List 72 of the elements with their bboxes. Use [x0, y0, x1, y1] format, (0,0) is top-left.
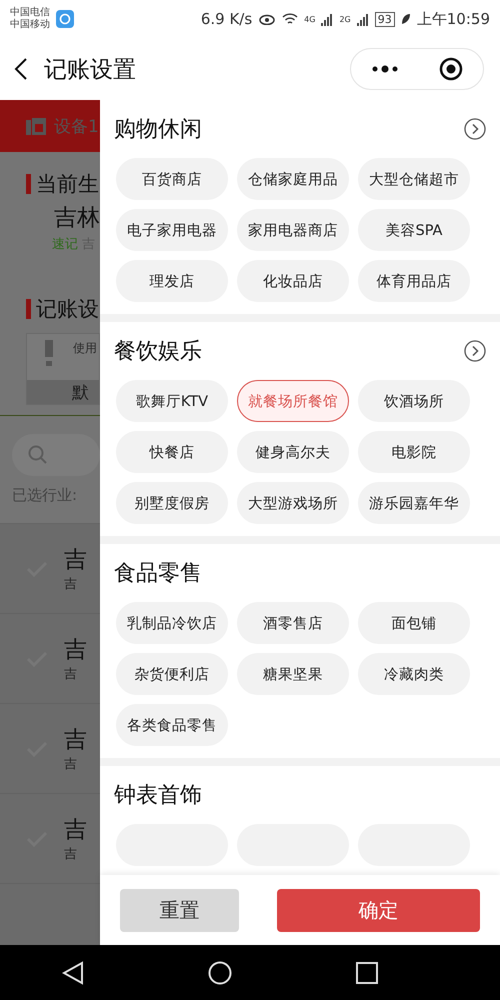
industry-chip[interactable]: 美容SPA	[358, 209, 470, 251]
category-title: 钟表首饰	[114, 782, 202, 810]
device-name: 设备1	[54, 116, 99, 138]
close-target-icon[interactable]	[438, 57, 462, 81]
item-subtitle: 吉	[64, 666, 78, 683]
item-title: 吉	[64, 726, 87, 755]
network-speed: 6.9 K/s	[200, 10, 252, 28]
industry-chip[interactable]: 别墅度假房	[116, 482, 228, 524]
industry-chip[interactable]: 健身高尔夫	[237, 431, 349, 473]
battery-level: 93	[374, 12, 395, 26]
item-subtitle: 吉	[64, 846, 78, 863]
section-marker	[26, 299, 31, 319]
item-title: 吉	[64, 546, 87, 575]
quick-tag: 速记	[52, 235, 78, 253]
industry-chip[interactable]: 大型游戏场所	[237, 482, 349, 524]
carrier-name: 中国移动	[10, 19, 50, 31]
category-title: 餐饮娱乐	[114, 338, 202, 366]
industry-chip[interactable]: 就餐场所餐馆	[237, 380, 349, 422]
industry-chip[interactable]: 化妆品店	[237, 260, 349, 302]
item-title: 吉	[64, 636, 87, 665]
industry-chip[interactable]: 各类食品零售	[116, 704, 228, 746]
signal-icon	[356, 12, 369, 26]
more-icon[interactable]	[372, 65, 398, 73]
industry-chip[interactable]: 理发店	[116, 260, 228, 302]
notice-text: 使用	[73, 340, 97, 357]
clock: 上午10:59	[416, 10, 490, 28]
network-type: 2G	[339, 14, 351, 24]
category-title: 食品零售	[114, 560, 202, 588]
wifi-icon	[282, 12, 298, 26]
exclamation-icon	[45, 340, 53, 366]
network-type: 4G	[304, 14, 316, 24]
industry-chip[interactable]: 电子家用电器	[116, 209, 228, 251]
eye-icon	[258, 13, 276, 25]
industry-chip[interactable]: 杂货便利店	[116, 653, 228, 695]
carrier-name: 中国电信	[10, 7, 50, 18]
industry-chip[interactable]: 饮酒场所	[358, 380, 470, 422]
industry-chip[interactable]: 面包铺	[358, 602, 470, 644]
item-subtitle: 吉	[64, 576, 78, 593]
industry-chip[interactable]: 酒零售店	[237, 602, 349, 644]
recents-icon[interactable]	[356, 962, 378, 984]
item-subtitle: 吉	[64, 756, 78, 773]
page-title: 记账设置	[44, 56, 137, 84]
industry-chip[interactable]: 百货商店	[116, 158, 228, 200]
industry-chip[interactable]: 家用电器商店	[237, 209, 349, 251]
industry-chip[interactable]: 仓储家庭用品	[237, 158, 349, 200]
section-marker	[26, 174, 31, 194]
leaf-icon	[400, 13, 411, 25]
industry-chip[interactable]: 大型仓储超市	[358, 158, 470, 200]
industry-chip[interactable]: 歌舞厅KTV	[116, 380, 228, 422]
confirm-button[interactable]: 确定	[277, 888, 480, 932]
section-title: 当前生	[36, 171, 99, 198]
category-title: 购物休闲	[114, 116, 202, 144]
industry-chip[interactable]: 体育用品店	[358, 260, 470, 302]
reset-button[interactable]: 重置	[120, 888, 239, 932]
search-icon	[28, 445, 48, 465]
industry-chip[interactable]: 电影院	[358, 431, 470, 473]
search-field[interactable]	[12, 434, 100, 476]
industry-chip[interactable]: 糖果坚果	[237, 653, 349, 695]
merchant-name: 吉林	[53, 204, 100, 233]
chevron-right-icon[interactable]	[464, 118, 486, 140]
back-icon[interactable]	[14, 57, 28, 81]
item-title: 吉	[64, 816, 87, 845]
fax-icon	[26, 116, 46, 136]
section-title: 记账设	[36, 296, 99, 323]
chevron-right-icon[interactable]	[464, 340, 486, 362]
industry-chip[interactable]: 快餐店	[116, 431, 228, 473]
industry-chip[interactable]: 游乐园嘉年华	[358, 482, 470, 524]
industry-chip[interactable]: 乳制品冷饮店	[116, 602, 228, 644]
app-icon	[56, 10, 74, 28]
home-icon[interactable]	[208, 960, 232, 984]
signal-icon	[321, 12, 334, 26]
industry-chip[interactable]: 冷藏肉类	[358, 653, 470, 695]
